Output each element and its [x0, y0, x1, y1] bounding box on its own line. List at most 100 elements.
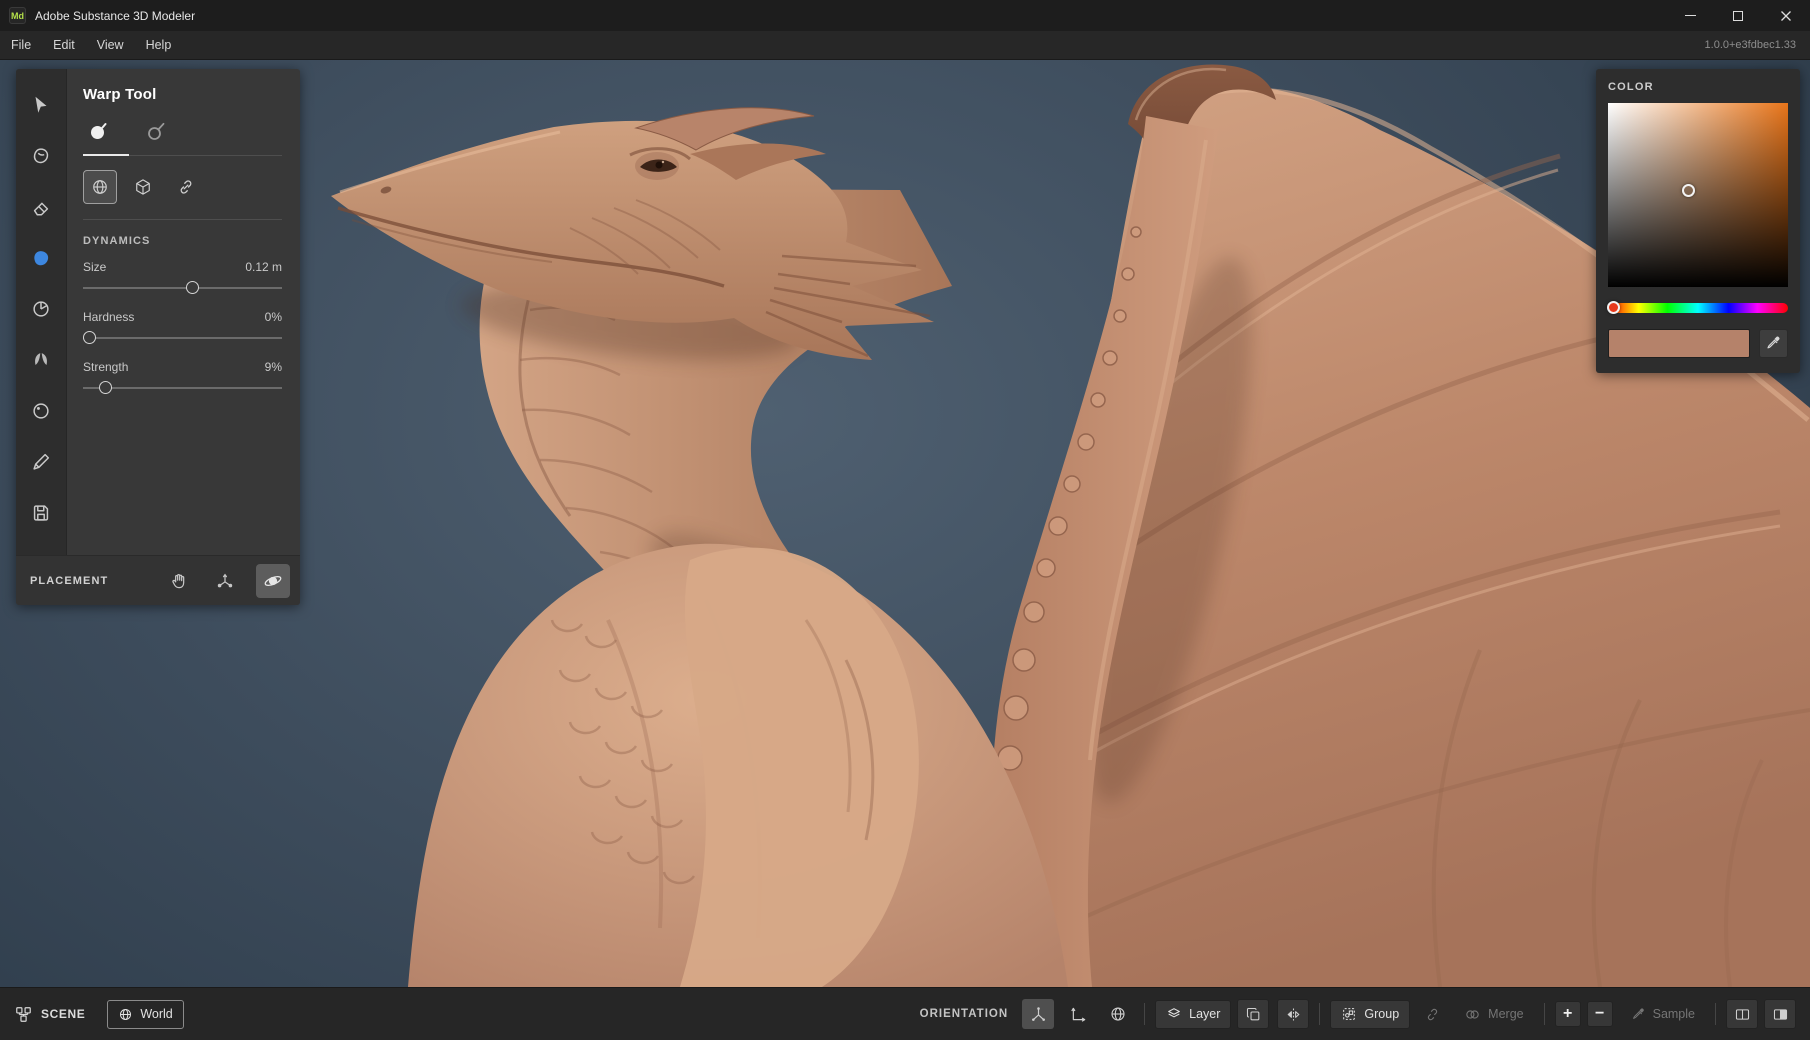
hand-icon	[169, 571, 189, 591]
slice-tool-button[interactable]	[22, 289, 60, 329]
paint-ball-icon	[30, 400, 52, 422]
layer-button[interactable]: Layer	[1155, 1000, 1231, 1029]
sculpt-blob-icon	[30, 145, 52, 167]
round-brush-icon	[86, 119, 110, 143]
size-slider-group: Size 0.12 m	[83, 260, 282, 297]
tool-strip	[16, 69, 67, 555]
gizmo-button[interactable]	[1022, 999, 1054, 1029]
axes-button[interactable]	[1062, 999, 1094, 1029]
scene-group[interactable]: SCENE	[14, 1005, 85, 1024]
version-label: 1.0.0+e3fdbec1.33	[1705, 39, 1796, 51]
menu-file[interactable]: File	[0, 31, 42, 59]
sculpt-tool-button[interactable]	[22, 136, 60, 176]
strength-slider-knob[interactable]	[99, 381, 112, 394]
hardness-value: 0%	[265, 310, 282, 324]
size-slider[interactable]	[83, 280, 282, 297]
split-view-filled-icon	[1772, 1006, 1789, 1023]
orientation-label: ORIENTATION	[920, 1008, 1009, 1020]
split-view-icon	[1734, 1006, 1751, 1023]
minimize-button[interactable]	[1666, 0, 1714, 31]
cube-space-button[interactable]	[126, 170, 160, 204]
menubar: File Edit View Help 1.0.0+e3fdbec1.33	[0, 31, 1810, 60]
stamp-brush-button[interactable]	[141, 118, 171, 144]
layer-label: Layer	[1189, 1007, 1220, 1021]
hardness-slider-track	[83, 337, 282, 339]
hue-slider-knob[interactable]	[1607, 301, 1620, 314]
group-label: Group	[1364, 1007, 1399, 1021]
hardness-label: Hardness	[83, 310, 134, 324]
save-tool-button[interactable]	[22, 493, 60, 533]
separator	[1319, 1003, 1320, 1025]
strength-slider[interactable]	[83, 380, 282, 397]
split-view-filled-button[interactable]	[1764, 999, 1796, 1029]
window-title: Adobe Substance 3D Modeler	[35, 9, 195, 23]
strength-slider-group: Strength 9%	[83, 360, 282, 397]
subtract-button[interactable]: −	[1587, 1001, 1613, 1027]
size-slider-knob[interactable]	[186, 281, 199, 294]
menu-view[interactable]: View	[86, 31, 135, 59]
hardness-slider[interactable]	[83, 330, 282, 347]
color-picker-handle[interactable]	[1682, 184, 1695, 197]
sample-button[interactable]: Sample	[1621, 1000, 1705, 1029]
globe-icon	[1109, 1005, 1127, 1023]
minimize-icon	[1685, 15, 1696, 16]
split-view-button[interactable]	[1726, 999, 1758, 1029]
sphere-space-button[interactable]	[83, 170, 117, 204]
group-button[interactable]: Group	[1330, 1000, 1410, 1029]
sample-dropper-icon	[1631, 1007, 1646, 1022]
duplicate-button[interactable]	[1237, 999, 1269, 1029]
mirror-icon	[1285, 1006, 1302, 1023]
eyedropper-icon	[1765, 335, 1782, 352]
world-button[interactable]: World	[107, 1000, 183, 1029]
hardness-slider-knob[interactable]	[83, 331, 96, 344]
sample-label: Sample	[1653, 1007, 1695, 1021]
world-label: World	[140, 1007, 172, 1021]
merge-button[interactable]: Merge	[1454, 1000, 1533, 1029]
world-globe-icon	[118, 1007, 133, 1022]
eyedropper-button[interactable]	[1759, 329, 1788, 358]
menu-help[interactable]: Help	[135, 31, 183, 59]
titlebar: Md Adobe Substance 3D Modeler	[0, 0, 1810, 31]
panel-title: Warp Tool	[83, 86, 282, 103]
hand-placement-button[interactable]	[164, 566, 194, 596]
scene-hierarchy-icon	[14, 1005, 33, 1024]
link-icon	[176, 177, 196, 197]
add-button[interactable]: +	[1555, 1001, 1581, 1027]
scene-label: SCENE	[41, 1007, 85, 1021]
menu-edit[interactable]: Edit	[42, 31, 86, 59]
link-mode-button[interactable]	[169, 170, 203, 204]
pencil-tool-button[interactable]	[22, 442, 60, 482]
hardness-slider-group: Hardness 0%	[83, 310, 282, 347]
split-tool-button[interactable]	[22, 340, 60, 380]
paint-tool-button[interactable]	[22, 391, 60, 431]
tool-panel: Warp Tool DYNAMICS Size	[16, 69, 300, 605]
active-brush-indicator	[83, 154, 129, 156]
erase-tool-button[interactable]	[22, 187, 60, 227]
merge-label: Merge	[1488, 1007, 1523, 1021]
saturation-value-picker[interactable]	[1608, 103, 1788, 287]
link-off-icon	[1424, 1006, 1441, 1023]
slice-pie-icon	[30, 298, 52, 320]
close-button[interactable]	[1762, 0, 1810, 31]
color-heading: COLOR	[1608, 81, 1788, 93]
mode-row	[83, 170, 282, 220]
world-space-button[interactable]	[1102, 999, 1134, 1029]
select-cursor-icon	[30, 94, 52, 116]
app-logo-icon: Md	[9, 7, 26, 24]
move-placement-button[interactable]	[210, 566, 240, 596]
save-icon	[30, 502, 52, 524]
xyz-axes-icon	[1069, 1005, 1088, 1024]
orbit-placement-button[interactable]	[256, 564, 290, 598]
round-brush-button[interactable]	[83, 118, 113, 144]
maximize-button[interactable]	[1714, 0, 1762, 31]
select-tool-button[interactable]	[22, 85, 60, 125]
link-group-button[interactable]	[1416, 999, 1448, 1029]
strength-slider-track	[83, 387, 282, 389]
placement-bar: PLACEMENT	[16, 555, 300, 605]
mirror-button[interactable]	[1277, 999, 1309, 1029]
cube-space-icon	[133, 177, 153, 197]
warp-tool-button[interactable]	[22, 238, 60, 278]
split-lobes-icon	[30, 349, 52, 371]
brush-row	[83, 118, 282, 156]
hue-slider[interactable]	[1608, 303, 1788, 313]
